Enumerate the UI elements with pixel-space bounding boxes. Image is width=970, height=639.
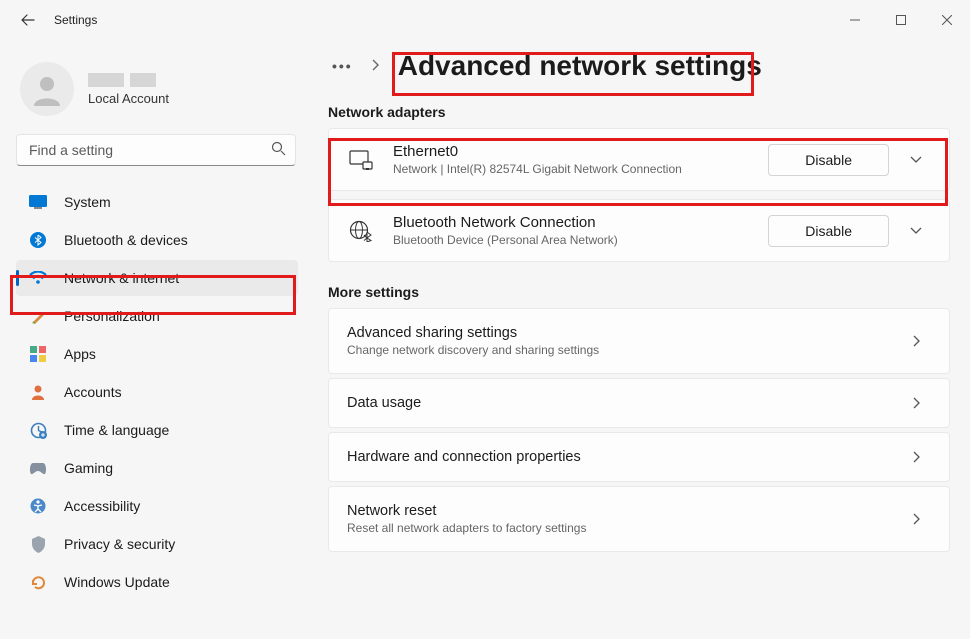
sidebar-item-personalization[interactable]: Personalization	[16, 298, 298, 334]
apps-icon	[28, 344, 48, 364]
window-title: Settings	[54, 13, 97, 27]
page-title: Advanced network settings	[394, 50, 762, 82]
brush-icon	[28, 306, 48, 326]
adapter-row-ethernet[interactable]: Ethernet0 Network | Intel(R) 82574L Giga…	[328, 128, 950, 191]
row-network-reset[interactable]: Network reset Reset all network adapters…	[328, 486, 950, 552]
chevron-right-icon	[901, 334, 931, 348]
minimize-button[interactable]	[832, 4, 878, 36]
account-type: Local Account	[88, 91, 169, 106]
person-icon	[30, 72, 64, 106]
bluetooth-icon	[28, 230, 48, 250]
nav-label: Accessibility	[64, 498, 140, 514]
adapter-desc: Network | Intel(R) 82574L Gigabit Networ…	[393, 162, 768, 176]
section-adapters-label: Network adapters	[328, 104, 950, 120]
row-data-usage[interactable]: Data usage	[328, 378, 950, 428]
nav-list: System Bluetooth & devices Network & int…	[16, 184, 298, 600]
section-more-label: More settings	[328, 284, 950, 300]
row-title: Advanced sharing settings	[347, 325, 901, 341]
sidebar-item-network[interactable]: Network & internet	[16, 260, 298, 296]
nav-label: Accounts	[64, 384, 122, 400]
search-input[interactable]	[16, 134, 296, 166]
nav-label: Time & language	[64, 422, 169, 438]
adapter-row-bluetooth[interactable]: Bluetooth Network Connection Bluetooth D…	[328, 199, 950, 262]
sidebar-item-apps[interactable]: Apps	[16, 336, 298, 372]
nav-label: Network & internet	[64, 270, 179, 286]
chevron-right-icon	[371, 58, 380, 75]
clock-icon	[28, 420, 48, 440]
chevron-down-icon	[909, 155, 923, 164]
update-icon	[28, 572, 48, 592]
expand-button[interactable]	[901, 155, 931, 164]
breadcrumb: ••• Advanced network settings	[328, 50, 950, 82]
minimize-icon	[850, 15, 860, 25]
close-button[interactable]	[924, 4, 970, 36]
gaming-icon	[28, 458, 48, 478]
titlebar: Settings	[0, 0, 970, 40]
accessibility-icon	[28, 496, 48, 516]
nav-label: System	[64, 194, 111, 210]
username-redacted	[88, 73, 169, 87]
breadcrumb-ellipsis[interactable]: •••	[328, 58, 357, 74]
maximize-icon	[896, 15, 906, 25]
sidebar-item-update[interactable]: Windows Update	[16, 564, 298, 600]
avatar	[20, 62, 74, 116]
row-sub: Change network discovery and sharing set…	[347, 343, 901, 357]
sidebar: Local Account System Bluetooth & devices…	[0, 40, 310, 639]
back-button[interactable]	[16, 8, 40, 32]
sidebar-item-bluetooth[interactable]: Bluetooth & devices	[16, 222, 298, 258]
close-icon	[942, 15, 952, 25]
row-title: Network reset	[347, 503, 901, 519]
nav-label: Windows Update	[64, 574, 170, 590]
row-title: Data usage	[347, 395, 901, 411]
adapter-name: Ethernet0	[393, 143, 768, 160]
row-title: Hardware and connection properties	[347, 449, 901, 465]
sidebar-item-accessibility[interactable]: Accessibility	[16, 488, 298, 524]
nav-label: Personalization	[64, 308, 160, 324]
sidebar-item-accounts[interactable]: Accounts	[16, 374, 298, 410]
disable-button[interactable]: Disable	[768, 144, 889, 176]
maximize-button[interactable]	[878, 4, 924, 36]
chevron-right-icon	[901, 512, 931, 526]
row-hardware-properties[interactable]: Hardware and connection properties	[328, 432, 950, 482]
sidebar-item-gaming[interactable]: Gaming	[16, 450, 298, 486]
row-sub: Reset all network adapters to factory se…	[347, 521, 901, 535]
main-content: ••• Advanced network settings Network ad…	[310, 40, 970, 639]
nav-label: Privacy & security	[64, 536, 175, 552]
nav-label: Apps	[64, 346, 96, 362]
chevron-right-icon	[901, 396, 931, 410]
sidebar-item-system[interactable]: System	[16, 184, 298, 220]
system-icon	[28, 192, 48, 212]
profile-block[interactable]: Local Account	[16, 52, 300, 134]
sidebar-item-privacy[interactable]: Privacy & security	[16, 526, 298, 562]
accounts-icon	[28, 382, 48, 402]
ethernet-icon	[347, 150, 375, 170]
nav-label: Gaming	[64, 460, 113, 476]
nav-label: Bluetooth & devices	[64, 232, 188, 248]
wifi-icon	[28, 268, 48, 288]
adapter-name: Bluetooth Network Connection	[393, 214, 768, 231]
row-advanced-sharing[interactable]: Advanced sharing settings Change network…	[328, 308, 950, 374]
window-controls	[832, 4, 970, 36]
shield-icon	[28, 534, 48, 554]
globe-bluetooth-icon	[347, 220, 375, 242]
arrow-left-icon	[20, 12, 36, 28]
adapter-desc: Bluetooth Device (Personal Area Network)	[393, 233, 768, 247]
chevron-down-icon	[909, 226, 923, 235]
expand-button[interactable]	[901, 226, 931, 235]
disable-button[interactable]: Disable	[768, 215, 889, 247]
chevron-right-icon	[901, 450, 931, 464]
sidebar-item-time[interactable]: Time & language	[16, 412, 298, 448]
